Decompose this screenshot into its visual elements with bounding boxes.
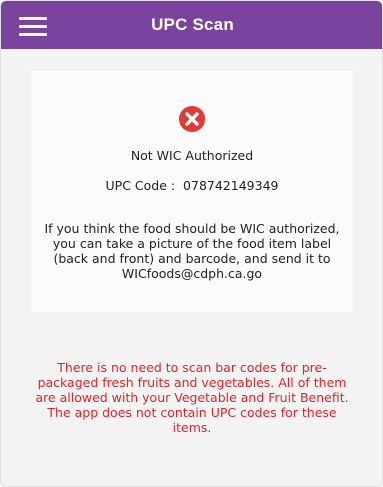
page-title: UPC Scan — [151, 15, 234, 34]
app-header: UPC Scan — [1, 1, 382, 49]
upc-code-label: UPC Code : — [105, 178, 176, 193]
produce-notice: There is no need to scan bar codes for p… — [35, 360, 349, 435]
upc-scan-screen: UPC Scan Not WIC Authorized UPC Code : 0… — [0, 0, 383, 487]
submission-info-text: If you think the food should be WIC auth… — [44, 221, 340, 281]
error-x-icon — [179, 106, 205, 132]
upc-code-line: UPC Code : 078742149349 — [31, 178, 353, 193]
authorization-status: Not WIC Authorized — [130, 148, 254, 163]
upc-code-value: 078742149349 — [183, 178, 279, 193]
scan-result-card: Not WIC Authorized UPC Code : 0787421493… — [31, 71, 353, 312]
